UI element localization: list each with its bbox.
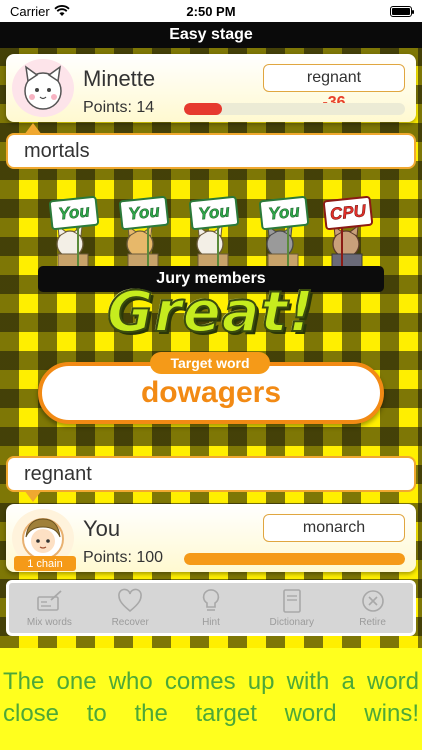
- juror: You: [186, 195, 246, 270]
- close-circle-icon: [361, 590, 384, 612]
- juror: You: [116, 195, 176, 270]
- bubble-tail: [24, 490, 42, 502]
- hint-button[interactable]: Hint: [173, 588, 249, 628]
- cpu-bubble-word: mortals: [24, 139, 90, 162]
- jury-vote-sign: You: [48, 195, 100, 231]
- action-toolbar: Mix words Recover Hint Dictionary Retire: [6, 580, 416, 636]
- you-speech-bubble: regnant: [6, 456, 416, 502]
- cpu-points-bar: [184, 103, 405, 115]
- tool-label: Retire: [359, 617, 386, 628]
- cpu-name: Minette: [83, 66, 156, 91]
- you-bubble-word: regnant: [24, 462, 92, 485]
- tool-label: Hint: [202, 617, 220, 628]
- tool-label: Mix words: [26, 617, 72, 628]
- you-points: Points: 100: [83, 549, 164, 566]
- heart-icon: [118, 588, 142, 613]
- stage-title: Easy stage: [0, 22, 422, 48]
- dictionary-button[interactable]: Dictionary: [254, 588, 330, 628]
- book-icon: [282, 589, 301, 613]
- juror: CPU: [320, 195, 380, 270]
- jury-row: You You You You CPU: [46, 195, 380, 270]
- bubble-tail: [24, 123, 42, 135]
- target-word-label: Target word: [150, 352, 270, 374]
- cpu-speech-bubble: mortals: [6, 123, 416, 169]
- chain-badge: 1 chain: [14, 556, 76, 571]
- cpu-points-bar-fill: [184, 103, 222, 115]
- wifi-icon: [54, 5, 70, 16]
- jury-vote-sign: You: [258, 195, 310, 231]
- retire-button[interactable]: Retire: [335, 588, 411, 628]
- recover-button[interactable]: Recover: [92, 588, 168, 628]
- you-points-bar: [184, 553, 405, 565]
- battery-icon: [390, 5, 414, 17]
- tool-label: Dictionary: [269, 617, 315, 628]
- jury-vote-sign: CPU: [322, 195, 374, 231]
- result-banner: Great!: [106, 279, 315, 346]
- carrier-label: Carrier: [10, 3, 50, 19]
- lightbulb-icon: [202, 589, 220, 611]
- mix-words-button[interactable]: Mix words: [11, 588, 87, 628]
- you-word: monarch: [263, 514, 405, 542]
- jury-vote-sign: You: [188, 195, 240, 231]
- tool-label: Recover: [111, 617, 149, 628]
- jury-vote-sign: You: [118, 195, 170, 231]
- juror: You: [46, 195, 106, 270]
- cpu-points: Points: 14: [83, 99, 155, 116]
- status-bar: Carrier 2:50 PM: [0, 0, 422, 22]
- cpu-avatar: [12, 59, 74, 117]
- mix-words-icon: [37, 590, 62, 611]
- you-points-bar-fill: [184, 553, 405, 565]
- you-name: You: [83, 516, 121, 541]
- you-player-panel: 1 chain You Points: 100 monarch: [6, 504, 416, 572]
- cpu-word: regnant: [263, 64, 405, 92]
- cat-avatar-icon: [24, 65, 62, 110]
- instructions-text: The one who comes up with a word close t…: [0, 648, 422, 750]
- status-left: Carrier: [10, 4, 70, 19]
- juror: You: [256, 195, 316, 270]
- cpu-player-panel: Minette Points: 14 regnant -36: [6, 54, 416, 122]
